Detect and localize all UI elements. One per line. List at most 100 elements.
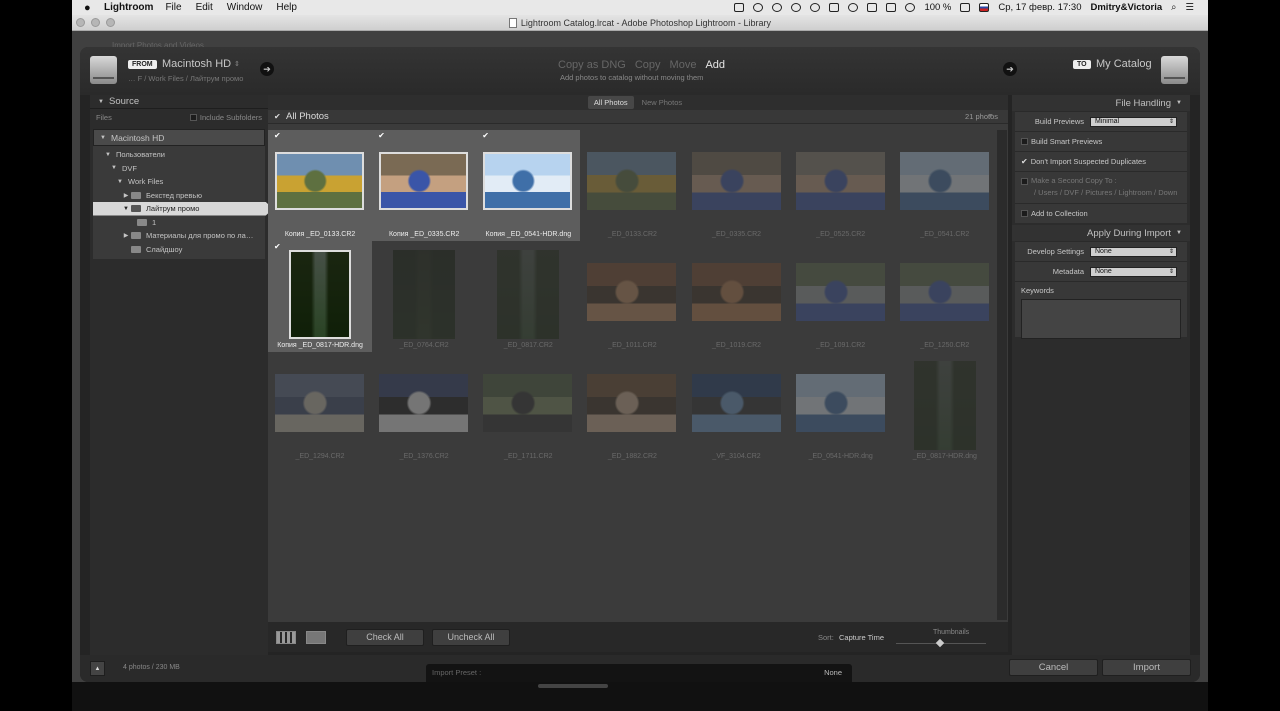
- show-more-icon[interactable]: ▲: [90, 661, 105, 676]
- folder-tree-item[interactable]: ▼ Пользователи: [93, 148, 265, 162]
- uncheck-all-button[interactable]: Uncheck All: [432, 628, 510, 646]
- folder-tree-item[interactable]: Слайдшоу: [93, 243, 265, 257]
- folder-tree-item[interactable]: ▼ Macintosh HD: [93, 129, 265, 146]
- notification-icon[interactable]: ☰: [1185, 2, 1194, 13]
- mode-add[interactable]: Add: [705, 59, 725, 71]
- app-menu[interactable]: Lightroom: [104, 2, 153, 13]
- disclosure-triangle-icon[interactable]: ▼: [109, 165, 119, 171]
- photo-thumbnail[interactable]: [899, 152, 989, 210]
- photo-thumbnail[interactable]: [691, 374, 781, 432]
- smart-previews-checkbox[interactable]: [1021, 138, 1028, 145]
- photo-cell[interactable]: _ED_1711.CR2: [476, 352, 580, 463]
- photo-cell[interactable]: _ED_1294.CR2: [268, 352, 372, 463]
- photo-thumbnail[interactable]: [379, 152, 469, 210]
- source-panel-header[interactable]: ▼ Source: [90, 95, 268, 109]
- photo-cell[interactable]: ✔ Копия _ED_0817-HDR.dng: [268, 241, 373, 352]
- develop-settings-select[interactable]: None: [1090, 246, 1177, 257]
- photo-cell[interactable]: _ED_1376.CR2: [372, 352, 476, 463]
- folder-tree-item[interactable]: ▶ Материалы для промо по ла…: [93, 229, 265, 243]
- clock-icon[interactable]: [791, 3, 802, 12]
- photo-cell[interactable]: _ED_1882.CR2: [580, 352, 684, 463]
- checkmark-icon[interactable]: [848, 3, 859, 12]
- dropbox-icon[interactable]: [810, 3, 821, 12]
- source-chevron-icon[interactable]: ⇕: [234, 60, 240, 68]
- source-name[interactable]: Macintosh HD: [162, 58, 231, 70]
- disclosure-triangle-icon[interactable]: ▼: [115, 179, 125, 185]
- include-subfolders-checkbox[interactable]: [189, 114, 197, 122]
- second-copy-checkbox[interactable]: [1021, 177, 1028, 185]
- folder-tree-item[interactable]: ▼ Лайтрум промо: [93, 202, 273, 216]
- photo-thumbnail[interactable]: [289, 250, 351, 339]
- collapse-triangle-icon[interactable]: ▼: [1174, 230, 1184, 236]
- photo-thumbnail[interactable]: [275, 374, 364, 432]
- photo-cell[interactable]: _ED_0541.CR2: [893, 130, 997, 241]
- cloud-icon[interactable]: [829, 3, 840, 12]
- import-button[interactable]: Import: [1102, 659, 1191, 676]
- folder-tree-item[interactable]: 1: [93, 216, 265, 230]
- disclosure-triangle-icon[interactable]: ▼: [103, 152, 113, 158]
- photo-thumbnail[interactable]: [393, 250, 456, 339]
- cancel-button[interactable]: Cancel: [1009, 659, 1098, 676]
- photo-cell[interactable]: _VF_3104.CR2: [685, 352, 789, 463]
- photo-cell[interactable]: _ED_0133.CR2: [580, 130, 684, 241]
- wifi-icon[interactable]: [905, 3, 916, 12]
- disclosure-triangle-icon[interactable]: ▶: [121, 232, 131, 239]
- photo-cell[interactable]: ✔ Копия _ED_0133.CR2: [268, 130, 373, 241]
- photo-thumbnail[interactable]: [275, 152, 364, 210]
- photo-thumbnail[interactable]: [795, 152, 885, 210]
- duplicates-checkbox[interactable]: ✔: [1021, 157, 1028, 166]
- second-copy-path[interactable]: / Users / DVF / Pictures / Lightroom / D…: [1034, 188, 1177, 197]
- bluetooth-icon[interactable]: [886, 3, 897, 12]
- disc-icon[interactable]: [772, 3, 783, 12]
- include-subfolders[interactable]: Include Subfolders: [189, 113, 262, 122]
- bottom-handle[interactable]: [538, 684, 608, 688]
- apple-menu-icon[interactable]: ●: [84, 2, 98, 14]
- metadata-select[interactable]: None: [1090, 266, 1177, 277]
- photo-thumbnail[interactable]: [587, 152, 677, 210]
- photo-cell[interactable]: _ED_1011.CR2: [580, 241, 684, 352]
- collapse-triangle-icon[interactable]: ▼: [1174, 100, 1184, 106]
- clock-text[interactable]: Ср, 17 февр. 17:30: [998, 2, 1081, 13]
- destination-arrow-icon[interactable]: ➔: [1003, 62, 1017, 76]
- photo-cell[interactable]: _ED_0335.CR2: [685, 130, 789, 241]
- folder-tree-item[interactable]: ▼ Work Files: [93, 175, 265, 189]
- photo-thumbnail[interactable]: [483, 152, 573, 210]
- thumbnail-size-slider[interactable]: [896, 638, 986, 648]
- photo-cell[interactable]: _ED_0541-HDR.dng: [789, 352, 893, 463]
- photo-thumbnail[interactable]: [691, 152, 781, 210]
- filter-new-photos[interactable]: New Photos: [636, 96, 688, 109]
- photo-cell[interactable]: _ED_0817.CR2: [476, 241, 580, 352]
- flag-icon[interactable]: [979, 3, 990, 12]
- sort-select[interactable]: Capture Time: [839, 633, 884, 642]
- grid-scrollbar[interactable]: [997, 130, 1007, 620]
- photo-thumbnail[interactable]: [587, 263, 677, 321]
- photo-cell[interactable]: ✔ Копия _ED_0335.CR2: [372, 130, 477, 241]
- photo-cell[interactable]: _ED_1019.CR2: [685, 241, 789, 352]
- photo-checkbox[interactable]: ✔: [274, 242, 281, 251]
- photo-cell[interactable]: _ED_1091.CR2: [789, 241, 893, 352]
- photo-thumbnail[interactable]: [899, 263, 989, 321]
- disclosure-triangle-icon[interactable]: ▼: [121, 206, 131, 212]
- menu-edit[interactable]: Edit: [196, 2, 213, 13]
- airplay-icon[interactable]: [867, 3, 878, 12]
- filter-all-photos[interactable]: All Photos: [587, 96, 634, 109]
- grid-view-icon[interactable]: [276, 630, 296, 644]
- photo-thumbnail[interactable]: [379, 374, 469, 432]
- photo-checkbox[interactable]: ✔: [482, 131, 489, 140]
- zoom-window-button[interactable]: [106, 18, 115, 27]
- slider-knob[interactable]: [935, 638, 945, 648]
- photo-cell[interactable]: _ED_1250.CR2: [893, 241, 997, 352]
- mode-copy[interactable]: Copy: [635, 59, 661, 71]
- photo-thumbnail[interactable]: [795, 374, 885, 432]
- folder-tree-item[interactable]: ▼ DVF: [93, 162, 265, 176]
- second-copy-option[interactable]: Make a Second Copy To :: [1021, 176, 1117, 185]
- camera-icon[interactable]: [734, 3, 745, 12]
- select-all-checkbox[interactable]: ✔: [274, 112, 282, 121]
- photo-thumbnail[interactable]: [795, 263, 885, 321]
- collapse-triangle-icon[interactable]: ▼: [96, 99, 106, 105]
- apply-during-import-header[interactable]: Apply During Import ▼: [1012, 225, 1190, 241]
- disclosure-triangle-icon[interactable]: ▶: [121, 192, 131, 199]
- collection-checkbox[interactable]: [1021, 210, 1028, 217]
- folder-tree-item[interactable]: ▶ Бекстед превью: [93, 189, 265, 203]
- close-window-button[interactable]: [76, 18, 85, 27]
